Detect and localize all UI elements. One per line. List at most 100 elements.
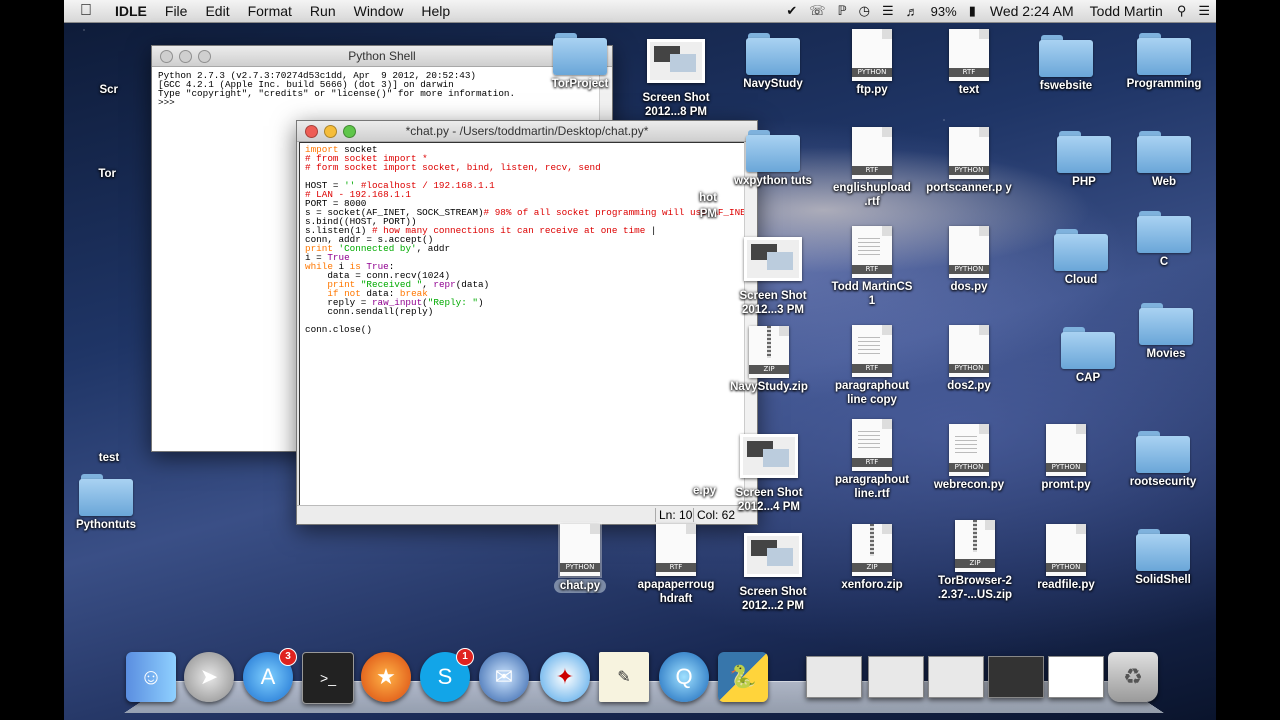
desktop-icon-label: dos.py bbox=[950, 281, 988, 293]
minimized-window-5[interactable] bbox=[1048, 656, 1104, 698]
desktop-icon-pythontuts[interactable]: Pythontuts bbox=[64, 474, 151, 532]
desktop-icon-php[interactable]: PHP bbox=[1039, 131, 1129, 189]
status-check-icon[interactable]: ✔ bbox=[780, 3, 803, 19]
desktop-icon-partial-epy[interactable]: e.py bbox=[646, 482, 716, 498]
desktop-icon-dos2-py[interactable]: PYTHON dos2.py bbox=[924, 325, 1014, 393]
desktop-icon-paragraphoutline-copy[interactable]: RTF paragraphout line copy bbox=[827, 325, 917, 407]
desktop-icon-screenshot-8pm[interactable]: Screen Shot 2012...8 PM bbox=[631, 33, 721, 119]
desktop-icon-partial-screenshot[interactable]: hot PM bbox=[647, 189, 717, 221]
terminal-icon[interactable]: >_ bbox=[302, 652, 354, 704]
desktop-icon-text[interactable]: RTF text bbox=[924, 29, 1014, 97]
desktop:  IDLE File Edit Format Run Window Help … bbox=[64, 0, 1216, 720]
desktop-icon-torproject[interactable]: TorProject bbox=[535, 33, 625, 91]
desktop-icon-scr[interactable]: Scr bbox=[64, 33, 122, 97]
menu-app-idle[interactable]: IDLE bbox=[106, 3, 156, 19]
desktop-icon-readfile-py[interactable]: PYTHON readfile.py bbox=[1021, 524, 1111, 592]
desktop-icon-apapaperroughdraft[interactable]: RTF apapaperroug hdraft bbox=[631, 524, 721, 606]
editor-window[interactable]: *chat.py - /Users/toddmartin/Desktop/cha… bbox=[296, 120, 758, 525]
code-text: import socket # from socket import * # f… bbox=[305, 144, 745, 335]
folder-icon bbox=[1137, 131, 1191, 173]
desktop-icon-screenshot-2pm[interactable]: Screen Shot 2012...2 PM bbox=[728, 527, 818, 613]
desktop-icon-label: CAP bbox=[1075, 372, 1101, 384]
minimized-window-1[interactable] bbox=[806, 656, 862, 698]
python-file-icon: PYTHON bbox=[1046, 424, 1086, 476]
textedit-icon[interactable]: ✎ bbox=[599, 652, 649, 702]
desktop-icon-cap[interactable]: CAP bbox=[1043, 327, 1133, 385]
skype-icon[interactable]: S1 bbox=[420, 648, 474, 702]
desktop-icon-label: TorProject bbox=[551, 78, 609, 90]
desktop-icon-label: NavyStudy bbox=[743, 78, 803, 90]
desktop-icon-paragraphoutline-rtf[interactable]: RTF paragraphout line.rtf bbox=[827, 419, 917, 501]
desktop-icon-screenshot-3pm[interactable]: Screen Shot 2012...3 PM bbox=[728, 231, 818, 317]
battery-icon[interactable]: ▮ bbox=[963, 3, 982, 19]
spotlight-search-icon[interactable]: ⚲ bbox=[1171, 3, 1193, 19]
python-launcher-icon[interactable]: 🐍 bbox=[718, 652, 768, 702]
menu-run[interactable]: Run bbox=[301, 3, 345, 19]
python-file-icon: PYTHON bbox=[949, 424, 989, 476]
menu-window[interactable]: Window bbox=[345, 3, 413, 19]
desktop-icon-label: e.py bbox=[692, 485, 716, 497]
menu-user[interactable]: Todd Martin bbox=[1082, 3, 1171, 19]
menu-file[interactable]: File bbox=[156, 3, 197, 19]
safari-icon[interactable]: ✦ bbox=[540, 652, 590, 702]
desktop-icon-toddmartincs1[interactable]: RTF Todd MartinCS 1 bbox=[827, 226, 917, 308]
desktop-icon-screenshot-4pm[interactable]: Screen Shot 2012...4 PM bbox=[724, 428, 814, 514]
menu-bar:  IDLE File Edit Format Run Window Help … bbox=[64, 0, 1216, 23]
desktop-icon-xenforo-zip[interactable]: ZIP xenforo.zip bbox=[827, 524, 917, 592]
minimized-window-2[interactable] bbox=[868, 656, 924, 698]
desktop-icon-torbrowser-zip[interactable]: ZIP TorBrowser-2 .2.37-...US.zip bbox=[930, 520, 1020, 602]
desktop-icon-promt-py[interactable]: PYTHON promt.py bbox=[1021, 424, 1111, 492]
desktop-icon-rootsecurity[interactable]: rootsecurity bbox=[1118, 431, 1208, 489]
desktop-icon-solidshell[interactable]: SolidShell bbox=[1118, 529, 1208, 587]
python-file-icon: PYTHON bbox=[1046, 524, 1086, 576]
editor-titlebar[interactable]: *chat.py - /Users/toddmartin/Desktop/cha… bbox=[297, 121, 757, 142]
apple-menu-icon[interactable]:  bbox=[64, 2, 106, 20]
desktop-icon-programming[interactable]: Programming bbox=[1119, 33, 1209, 91]
launchpad-icon[interactable]: ➤ bbox=[184, 652, 234, 702]
desktop-icon-fswebsite[interactable]: fswebsite bbox=[1021, 35, 1111, 93]
minimized-window-4[interactable] bbox=[988, 656, 1044, 698]
wifi-icon[interactable]: ☰ bbox=[876, 3, 900, 19]
battery-percent[interactable]: 93% bbox=[925, 4, 963, 19]
python-file-icon: PYTHON bbox=[949, 226, 989, 278]
bluetooth-icon[interactable]: ℙ bbox=[832, 3, 853, 19]
desktop-icon-navystudy[interactable]: NavyStudy bbox=[728, 33, 818, 91]
desktop-icon-dos-py[interactable]: PYTHON dos.py bbox=[924, 226, 1014, 294]
thunderbird-icon[interactable]: ✉ bbox=[479, 652, 529, 702]
desktop-icon-ftp-py[interactable]: PYTHON ftp.py bbox=[827, 29, 917, 97]
desktop-icon-test[interactable]: test bbox=[64, 449, 154, 465]
menu-edit[interactable]: Edit bbox=[196, 3, 238, 19]
skype-badge: 1 bbox=[456, 648, 474, 666]
trash-icon[interactable]: ♻ bbox=[1108, 652, 1158, 702]
menu-help[interactable]: Help bbox=[412, 3, 459, 19]
python-file-icon: PYTHON bbox=[949, 127, 989, 179]
desktop-icon-tor[interactable]: Tor bbox=[64, 117, 122, 181]
desktop-icon-portscanner-py[interactable]: PYTHON portscanner.p y bbox=[924, 127, 1014, 195]
desktop-icon-navystudy-zip[interactable]: ZIP NavyStudy.zip bbox=[724, 326, 814, 394]
desktop-icon-chat-py[interactable]: PYTHON chat.py bbox=[535, 522, 625, 594]
quicktime-icon[interactable]: Q bbox=[659, 652, 709, 702]
desktop-icon-label: NavyStudy.zip bbox=[730, 381, 808, 393]
minimized-window-3[interactable] bbox=[928, 656, 984, 698]
desktop-icon-cloud[interactable]: Cloud bbox=[1036, 229, 1126, 287]
folder-icon bbox=[746, 33, 800, 75]
menu-clock[interactable]: Wed 2:24 AM bbox=[982, 3, 1082, 19]
zip-file-icon: ZIP bbox=[852, 524, 892, 576]
notification-center-icon[interactable]: ☰ bbox=[1192, 3, 1216, 19]
screenshot-thumbnail-icon bbox=[740, 434, 798, 478]
firefox-icon[interactable]: ★ bbox=[361, 652, 411, 702]
volume-icon[interactable]: ♬ bbox=[900, 4, 925, 19]
desktop-icon-movies[interactable]: Movies bbox=[1121, 303, 1211, 361]
desktop-icon-web[interactable]: Web bbox=[1119, 131, 1209, 189]
app-store-icon[interactable]: A3 bbox=[243, 648, 297, 702]
desktop-icon-label: paragraphout line copy bbox=[834, 380, 910, 406]
time-machine-icon[interactable]: ◷ bbox=[853, 3, 876, 19]
finder-icon[interactable]: ☺ bbox=[126, 652, 176, 702]
python-file-icon: PYTHON bbox=[558, 522, 602, 578]
desktop-icon-englishupload-rtf[interactable]: RTF englishupload .rtf bbox=[827, 127, 917, 209]
desktop-icon-wxpython-tuts[interactable]: wxpython tuts bbox=[728, 130, 818, 188]
menu-format[interactable]: Format bbox=[239, 3, 301, 19]
desktop-icon-webrecon-py[interactable]: PYTHON webrecon.py bbox=[924, 424, 1014, 492]
skype-status-icon[interactable]: ☏ bbox=[803, 3, 831, 19]
desktop-icon-c[interactable]: C bbox=[1119, 211, 1209, 269]
